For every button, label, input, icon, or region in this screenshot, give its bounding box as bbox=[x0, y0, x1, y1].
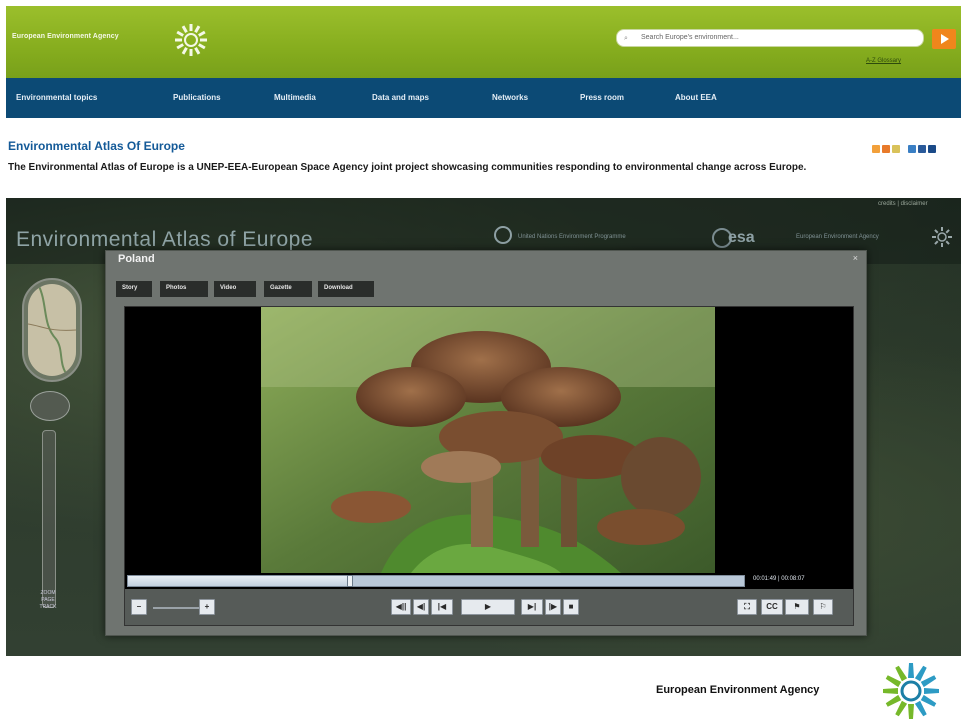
tab-story[interactable]: Story bbox=[116, 281, 152, 297]
nav-item-multimedia[interactable]: Multimedia bbox=[274, 93, 316, 102]
esa-text: esa bbox=[728, 229, 755, 246]
search-icon: ⌕ bbox=[624, 35, 628, 42]
share-icons bbox=[872, 140, 954, 154]
nav-item-about-eea[interactable]: About EEA bbox=[675, 93, 717, 102]
playback-scrub-handle[interactable] bbox=[346, 575, 353, 587]
audio-description-icon[interactable]: ⚑ bbox=[785, 599, 809, 615]
nav-item-press-room[interactable]: Press room bbox=[580, 93, 624, 102]
atlas-title: Environmental Atlas of Europe bbox=[16, 228, 313, 251]
page-title: Environmental Atlas Of Europe bbox=[8, 139, 185, 153]
zoom-labels: ZOOM PAGE TRACK bbox=[33, 590, 63, 611]
page: European Environment Agency Search Europ… bbox=[0, 0, 961, 722]
story-modal: Poland × Story Photos Video Gazette Down… bbox=[105, 250, 867, 636]
player-controls: – + ◀|| ◀| |◀ ▶ ▶| |▶ ■ ⛶ CC ⚑ ⚐ bbox=[125, 589, 853, 625]
rewind-button[interactable]: ◀| bbox=[413, 599, 429, 615]
zoom-slider[interactable] bbox=[42, 430, 56, 608]
tab-gazette[interactable]: Gazette bbox=[264, 281, 312, 297]
volume-slider[interactable] bbox=[153, 607, 205, 609]
bookmark-icon[interactable] bbox=[892, 145, 900, 153]
site-header: European Environment Agency Search Europ… bbox=[6, 6, 961, 78]
footer-brand: European Environment Agency bbox=[656, 684, 820, 696]
nav-item-data-and-maps[interactable]: Data and maps bbox=[372, 93, 429, 102]
track-label[interactable]: TRACK bbox=[33, 604, 63, 611]
tab-video[interactable]: Video bbox=[214, 281, 256, 297]
mute-button[interactable]: – bbox=[131, 599, 147, 615]
tab-photos[interactable]: Photos bbox=[160, 281, 208, 297]
overview-map-image bbox=[28, 284, 76, 376]
tab-download[interactable]: Download bbox=[318, 281, 374, 297]
unep-text: United Nations Environment Programme bbox=[518, 234, 626, 240]
eea-footer-sun-logo-icon bbox=[883, 663, 939, 719]
eea-small-text: European Environment Agency bbox=[796, 234, 879, 240]
eea-sun-small-icon bbox=[932, 227, 952, 247]
next-button[interactable]: ▶| bbox=[521, 599, 543, 615]
nav-item-publications[interactable]: Publications bbox=[173, 93, 221, 102]
intro-text: The Environmental Atlas of Europe is a U… bbox=[8, 162, 807, 173]
nav-item-environmental-topics[interactable]: Environmental topics bbox=[16, 93, 97, 102]
zoom-label[interactable]: ZOOM bbox=[33, 590, 63, 597]
rss-icon[interactable] bbox=[872, 145, 880, 153]
fullscreen-button[interactable]: ⛶ bbox=[737, 599, 757, 615]
eea-sun-logo-icon[interactable] bbox=[174, 23, 208, 57]
glossary-link[interactable]: A-Z Glossary bbox=[866, 58, 901, 64]
print-icon[interactable] bbox=[908, 145, 916, 153]
search-submit-button[interactable] bbox=[932, 29, 956, 49]
modal-title: Poland bbox=[118, 253, 155, 265]
nav-item-networks[interactable]: Networks bbox=[492, 93, 528, 102]
atlas-top-links[interactable]: credits | disclaimer bbox=[878, 201, 928, 207]
volume-up-button[interactable]: + bbox=[199, 599, 215, 615]
share-icon[interactable] bbox=[918, 145, 926, 153]
logo-text[interactable]: European Environment Agency bbox=[12, 33, 119, 40]
captions-button[interactable]: CC bbox=[761, 599, 783, 615]
search-input[interactable]: Search Europe's environment... bbox=[616, 29, 924, 47]
email-icon[interactable] bbox=[882, 145, 890, 153]
play-button[interactable]: ▶ bbox=[461, 599, 515, 615]
close-icon[interactable]: × bbox=[853, 253, 858, 263]
video-frame-image[interactable] bbox=[261, 307, 715, 573]
previous-button[interactable]: |◀ bbox=[431, 599, 453, 615]
flag-icon[interactable]: ⚐ bbox=[813, 599, 833, 615]
pan-control[interactable] bbox=[30, 391, 70, 421]
video-player[interactable]: 00:01:49 | 00:08:07 – + ◀|| ◀| |◀ ▶ ▶| |… bbox=[124, 306, 854, 626]
forward-button[interactable]: |▶ bbox=[545, 599, 561, 615]
page-label[interactable]: PAGE bbox=[33, 597, 63, 604]
playback-progress-fill bbox=[128, 576, 350, 586]
playback-progress-bar[interactable] bbox=[127, 575, 745, 587]
main-nav: Environmental topics Publications Multim… bbox=[6, 78, 961, 118]
overview-map[interactable] bbox=[22, 278, 82, 382]
stop-button[interactable]: ■ bbox=[563, 599, 579, 615]
time-readout: 00:01:49 | 00:08:07 bbox=[753, 576, 805, 582]
unep-logo-icon bbox=[494, 226, 512, 244]
rewind-fast-button[interactable]: ◀|| bbox=[391, 599, 411, 615]
facebook-icon[interactable] bbox=[928, 145, 936, 153]
